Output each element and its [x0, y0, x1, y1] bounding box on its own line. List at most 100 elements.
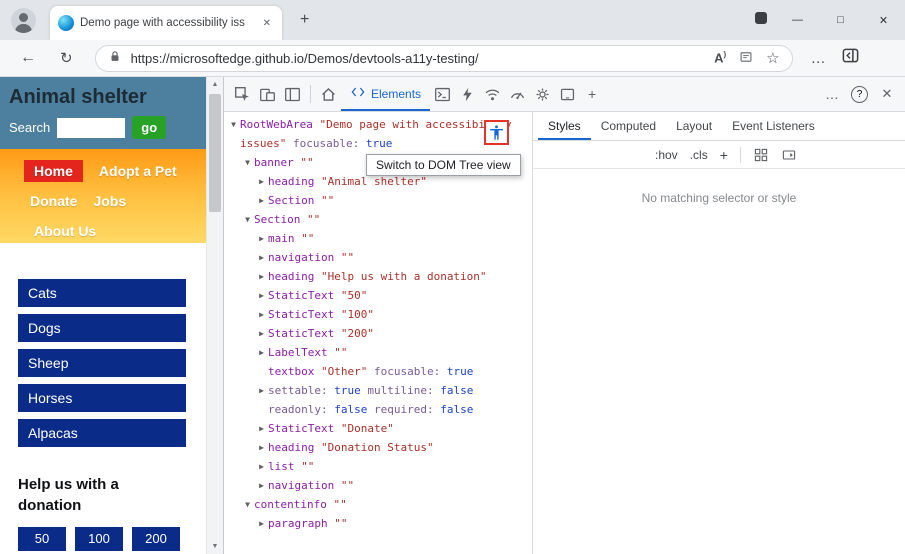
browser-essentials-icon[interactable] [746, 11, 776, 29]
browser-window: Demo page with accessibility iss ✕ + — □… [0, 0, 905, 554]
expander-closed-icon[interactable]: ▶ [256, 457, 267, 476]
window-close-button[interactable]: ✕ [862, 14, 905, 27]
a11y-tree-node[interactable]: ▼ contentinfo "" [224, 495, 532, 514]
back-button[interactable]: ← [20, 49, 36, 67]
welcome-tab-home-icon[interactable] [316, 81, 341, 107]
scrollbar-thumb[interactable] [209, 94, 221, 212]
devtools-close-icon[interactable]: ✕ [875, 86, 899, 102]
profile-avatar[interactable] [11, 8, 36, 33]
browser-settings-more-icon[interactable]: … [811, 50, 827, 67]
performance-icon[interactable] [505, 81, 530, 107]
expander-closed-icon[interactable]: ▶ [256, 343, 267, 362]
a11y-tree-node[interactable]: ▶ StaticText "200" [224, 324, 532, 343]
a11y-tree-node[interactable]: ▼ Section "" [224, 210, 532, 229]
expander-closed-icon[interactable]: ▶ [256, 381, 267, 400]
a11y-tree-node[interactable]: ▶ settable: true multiline: false [224, 381, 532, 400]
a11y-tree-node[interactable]: ▶ StaticText "Donate" [224, 419, 532, 438]
expander-open-icon[interactable]: ▼ [242, 153, 253, 172]
donation-amount-100[interactable]: 100 [75, 527, 123, 551]
expander-closed-icon[interactable]: ▶ [256, 419, 267, 438]
expander-closed-icon[interactable]: ▶ [256, 438, 267, 457]
search-go-button[interactable]: go [132, 116, 167, 139]
network-icon[interactable] [480, 81, 505, 107]
a11y-tree-node[interactable]: readonly: false required: false [224, 400, 532, 419]
styles-tab-event-listeners[interactable]: Event Listeners [722, 112, 825, 140]
expander-open-icon[interactable]: ▼ [228, 115, 239, 134]
expander-closed-icon[interactable]: ▶ [256, 305, 267, 324]
nav-link-about-us[interactable]: About Us [34, 223, 96, 239]
open-panel-icon[interactable] [781, 147, 797, 163]
category-button-horses[interactable]: Horses [18, 384, 186, 412]
styles-toolbar-divider [739, 146, 741, 163]
devices-icon[interactable] [555, 81, 580, 107]
styles-tab-styles[interactable]: Styles [538, 112, 591, 140]
a11y-tree-node[interactable]: ▶ navigation "" [224, 476, 532, 495]
expander-open-icon[interactable]: ▼ [242, 210, 253, 229]
element-classes-button[interactable]: .cls [690, 148, 708, 162]
new-tab-button[interactable]: + [294, 9, 315, 31]
address-bar[interactable]: https://microsoftedge.github.io/Demos/de… [94, 44, 793, 72]
expander-closed-icon[interactable]: ▶ [256, 476, 267, 495]
styles-tab-computed[interactable]: Computed [591, 112, 666, 140]
inspect-icon[interactable] [230, 81, 255, 107]
expander-closed-icon[interactable]: ▶ [256, 514, 267, 533]
url-text[interactable]: https://microsoftedge.github.io/Demos/de… [131, 51, 701, 66]
expander-closed-icon[interactable]: ▶ [256, 267, 267, 286]
sidebar-toggle-icon[interactable] [841, 46, 860, 70]
refresh-button[interactable]: ↻ [60, 49, 73, 67]
devtools-more-icon[interactable]: … [820, 86, 844, 102]
a11y-tree-node[interactable]: ▶ paragraph "" [224, 514, 532, 533]
page-scrollbar[interactable]: ▲ ▼ [206, 77, 223, 554]
tab-close-icon[interactable]: ✕ [260, 16, 274, 31]
styles-tab-layout[interactable]: Layout [666, 112, 722, 140]
window-maximize-button[interactable]: □ [819, 14, 862, 26]
expander-closed-icon[interactable]: ▶ [256, 286, 267, 305]
settings-icon[interactable] [530, 81, 555, 107]
a11y-tree-node[interactable]: ▶ list "" [224, 457, 532, 476]
tab-elements[interactable]: Elements [341, 77, 430, 111]
expander-closed-icon[interactable]: ▶ [256, 172, 267, 191]
expander-closed-icon[interactable]: ▶ [256, 324, 267, 343]
new-style-rule-button[interactable]: + [720, 147, 728, 163]
read-aloud-icon[interactable]: A) [714, 50, 726, 65]
expander-closed-icon[interactable]: ▶ [256, 191, 267, 210]
a11y-tree-node[interactable]: ▶ heading "Donation Status" [224, 438, 532, 457]
nav-link-adopt-a-pet[interactable]: Adopt a Pet [99, 163, 177, 179]
a11y-tree-node[interactable]: ▶ heading "Help us with a donation" [224, 267, 532, 286]
expander-closed-icon[interactable]: ▶ [256, 248, 267, 267]
nav-link-donate[interactable]: Donate [30, 193, 77, 209]
toggle-element-state-button[interactable]: :hov [655, 148, 678, 162]
a11y-tree-node[interactable]: ▶ LabelText "" [224, 343, 532, 362]
search-input[interactable] [57, 117, 126, 138]
accessibility-tree-toggle-button[interactable] [484, 120, 509, 145]
issues-icon[interactable] [455, 81, 480, 107]
window-minimize-button[interactable]: — [776, 14, 819, 26]
category-button-sheep[interactable]: Sheep [18, 349, 186, 377]
category-button-alpacas[interactable]: Alpacas [18, 419, 186, 447]
device-toolbar-icon[interactable] [255, 81, 280, 107]
category-button-dogs[interactable]: Dogs [18, 314, 186, 342]
category-button-cats[interactable]: Cats [18, 279, 186, 307]
console-icon[interactable] [430, 81, 455, 107]
donation-amount-200[interactable]: 200 [132, 527, 180, 551]
donation-amount-50[interactable]: 50 [18, 527, 66, 551]
nav-link-home[interactable]: Home [24, 160, 83, 182]
devtools-help-icon[interactable]: ? [851, 85, 868, 103]
nav-link-jobs[interactable]: Jobs [93, 193, 126, 209]
expander-open-icon[interactable]: ▼ [242, 495, 253, 514]
a11y-tree-node[interactable]: ▶ StaticText "50" [224, 286, 532, 305]
focus-panel-icon[interactable] [280, 81, 305, 107]
favorites-star-icon[interactable]: ☆ [766, 49, 779, 67]
computed-styles-grid-icon[interactable] [753, 147, 769, 163]
immersive-reader-icon[interactable] [739, 50, 753, 67]
browser-tab[interactable]: Demo page with accessibility iss ✕ [50, 6, 282, 40]
scroll-up-icon[interactable]: ▲ [207, 81, 223, 88]
a11y-tree-node[interactable]: ▶ main "" [224, 229, 532, 248]
a11y-tree-node[interactable]: ▶ Section "" [224, 191, 532, 210]
more-tabs-button[interactable]: + [580, 86, 604, 102]
a11y-tree-node[interactable]: ▶ StaticText "100" [224, 305, 532, 324]
scroll-down-icon[interactable]: ▼ [207, 543, 223, 550]
expander-closed-icon[interactable]: ▶ [256, 229, 267, 248]
a11y-tree-node[interactable]: ▶ navigation "" [224, 248, 532, 267]
a11y-tree-node[interactable]: textbox "Other" focusable: true [224, 362, 532, 381]
